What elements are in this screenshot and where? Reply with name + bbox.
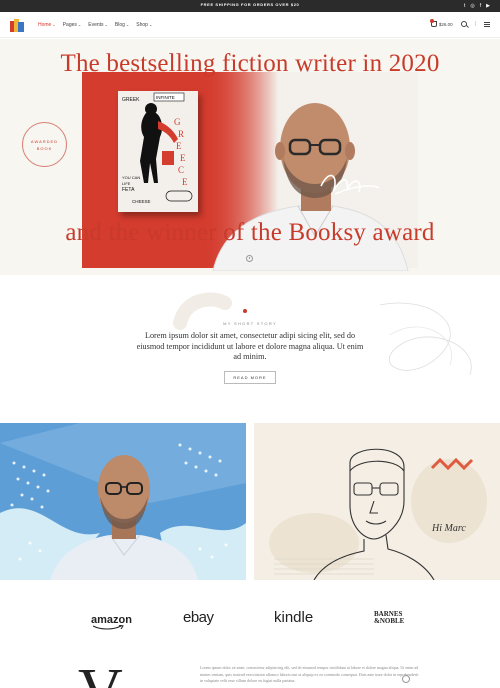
read-more-button[interactable]: READ MORE — [224, 371, 276, 384]
cart-icon — [429, 19, 437, 27]
nav-item-shop[interactable]: Shop⌄ — [136, 22, 152, 28]
short-story-section: MY SHORT STORY Lorem ipsum dolor sit ame… — [0, 275, 500, 423]
site-logo-icon[interactable] — [10, 19, 24, 32]
badge-line-1: AWARDED — [30, 138, 59, 144]
scroll-down-icon[interactable] — [246, 255, 253, 262]
main-nav: Home⌄ Pages⌄ Events⌄ Blog⌄ Shop⌄ — [38, 22, 152, 28]
book-cover-art: G R E E C E INFINITE GREEK FETA YOU CAN … — [118, 91, 198, 212]
back-to-top-icon[interactable] — [402, 675, 410, 683]
facebook-icon[interactable]: f — [480, 2, 481, 10]
svg-text:CHEESE: CHEESE — [132, 199, 151, 204]
amazon-logo[interactable]: amazon — [91, 614, 132, 630]
nav-item-blog[interactable]: Blog⌄ — [115, 22, 129, 28]
svg-text:YOU CAN: YOU CAN — [122, 175, 140, 180]
hero-section: G R E E C E INFINITE GREEK FETA YOU CAN … — [0, 39, 500, 275]
header-actions: $26.00 | — [429, 19, 490, 27]
cart-total: $26.00 — [438, 21, 453, 27]
line-art-panel: Hi Marc — [254, 423, 500, 580]
portrait-illustration — [0, 423, 246, 580]
partner-logos: amazon ebay kindle BARNES &NOBLE — [0, 596, 500, 646]
svg-text:GREEK: GREEK — [122, 97, 140, 103]
nav-item-home[interactable]: Home⌄ — [38, 22, 56, 28]
drop-cap: V — [78, 660, 123, 688]
svg-text:E: E — [180, 153, 186, 163]
promo-text: FREE SHIPPING FOR ORDERS OVER $20 — [200, 2, 300, 7]
youtube-icon[interactable]: ▶ — [486, 2, 490, 10]
nav-item-events[interactable]: Events⌄ — [88, 22, 108, 28]
awarded-book-badge: AWARDED BOOK — [22, 122, 67, 167]
portrait-panel — [0, 423, 246, 580]
social-links: t ◎ f ▶ — [464, 2, 490, 10]
story-text: Lorem ipsum dolor sit amet, consectetur … — [136, 331, 364, 361]
svg-text:R: R — [178, 129, 184, 139]
badge-line-2: BOOK — [36, 145, 53, 151]
barnes-noble-logo[interactable]: BARNES &NOBLE — [374, 611, 404, 625]
ebay-logo[interactable]: ebay — [183, 609, 214, 626]
menu-icon[interactable] — [484, 21, 490, 27]
bottom-section: V Lorem ipsum dolor sit amet, consectetu… — [0, 648, 500, 688]
svg-text:G: G — [174, 117, 181, 127]
hero-subtitle: and the winner of the Booksy award — [65, 219, 435, 246]
nav-item-pages[interactable]: Pages⌄ — [63, 22, 82, 28]
svg-text:FETA: FETA — [122, 187, 135, 193]
header-separator: | — [474, 21, 476, 27]
book-cover[interactable]: G R E E C E INFINITE GREEK FETA YOU CAN … — [118, 91, 198, 212]
signature-text: Hi Marc — [431, 523, 466, 534]
svg-text:C: C — [178, 165, 184, 175]
site-header: Home⌄ Pages⌄ Events⌄ Blog⌄ Shop⌄ $26.00 … — [0, 12, 500, 38]
svg-text:INFINITE: INFINITE — [156, 95, 175, 100]
kindle-logo[interactable]: kindle — [274, 609, 313, 626]
search-icon[interactable] — [460, 21, 467, 27]
top-bar: FREE SHIPPING FOR ORDERS OVER $20 t ◎ f … — [0, 0, 500, 12]
svg-text:E: E — [176, 141, 182, 151]
svg-text:E: E — [182, 177, 188, 187]
svg-text:LIFE: LIFE — [122, 181, 131, 186]
line-art-illustration: Hi Marc — [254, 423, 500, 580]
instagram-icon[interactable]: ◎ — [470, 2, 474, 10]
cart-button[interactable]: $26.00 — [429, 19, 453, 27]
story-label: MY SHORT STORY — [223, 321, 277, 326]
hero-title: The bestselling fiction writer in 2020 — [60, 50, 440, 77]
twitter-icon[interactable]: t — [464, 2, 465, 10]
bottom-paragraph: Lorem ipsum dolor sit amet, consectetur … — [200, 665, 419, 683]
